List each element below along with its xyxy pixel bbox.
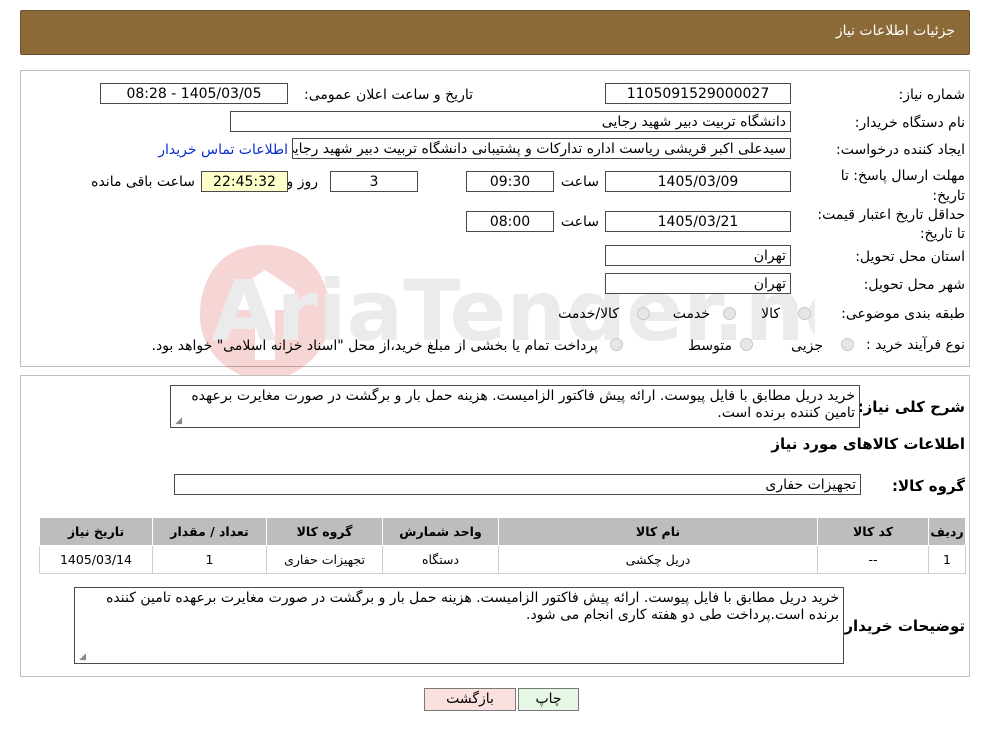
province-label: استان محل تحویل: [855, 249, 965, 265]
summary-textarea[interactable]: خرید دریل مطابق با فایل پیوست. ارائه پیش… [170, 385, 860, 428]
validity-date-field: 1405/03/21 [605, 211, 791, 232]
back-button[interactable]: بازگشت [424, 688, 516, 711]
validity-time-field: 08:00 [466, 211, 554, 232]
purchase-option-medium: متوسط [688, 338, 732, 354]
table-row: 1 -- دریل چکشی دستگاه تجهیزات حفاری 1 14… [39, 545, 966, 574]
need-number-field: 1105091529000027 [605, 83, 791, 104]
goods-table: ردیف کد کالا نام کالا واحد شمارش گروه کا… [39, 517, 966, 574]
page-header: جزئیات اطلاعات نیاز [20, 10, 970, 55]
category-option-goods-service: کالا/خدمت [558, 306, 619, 322]
buyer-notes-textarea[interactable]: خرید دریل مطابق با فایل پیوست. ارائه پیش… [74, 587, 844, 664]
purchase-option-minor: جزیی [791, 338, 823, 354]
creator-label: ایجاد کننده درخواست: [836, 142, 965, 158]
goods-info-title: اطلاعات کالاهای مورد نیاز [771, 435, 965, 453]
purchase-note: پرداخت تمام یا بخشی از مبلغ خرید،از محل … [151, 338, 598, 354]
cell-unit: دستگاه [382, 545, 499, 574]
buyer-notes-text: خرید دریل مطابق با فایل پیوست. ارائه پیش… [106, 590, 839, 623]
category-option-service: خدمت [672, 306, 710, 322]
province-field: تهران [605, 245, 791, 266]
cell-date: 1405/03/14 [39, 545, 153, 574]
deadline-time-label: ساعت [560, 174, 599, 190]
cell-row: 1 [928, 545, 966, 574]
validity-label: حداقل تاریخ اعتبار قیمت: تا تاریخ: [817, 207, 965, 242]
cell-name: دریل چکشی [498, 545, 818, 574]
remaining-time-field: 22:45:32 [201, 171, 288, 192]
days-label: روز و [286, 174, 319, 190]
category-radio-goods-service[interactable] [637, 307, 650, 320]
cell-group: تجهیزات حفاری [266, 545, 383, 574]
resize-grip-icon[interactable]: ◢ [77, 653, 86, 662]
city-field: تهران [605, 273, 791, 294]
buyer-org-label: نام دستگاه خریدار: [854, 115, 965, 131]
col-row: ردیف [928, 517, 966, 546]
deadline-date-field: 1405/03/09 [605, 171, 791, 192]
summary-label: شرح کلی نیاز: [857, 398, 965, 416]
purchase-radio-minor[interactable] [841, 338, 854, 351]
creator-field: سیدعلی اکبر قریشی ریاست اداره تدارکات و … [292, 138, 791, 159]
col-unit: واحد شمارش [382, 517, 499, 546]
purchase-radio-treasury[interactable] [610, 338, 623, 351]
summary-text: خرید دریل مطابق با فایل پیوست. ارائه پیش… [191, 388, 855, 421]
table-header-row: ردیف کد کالا نام کالا واحد شمارش گروه کا… [39, 517, 966, 546]
purchase-radio-medium[interactable] [740, 338, 753, 351]
deadline-label: مهلت ارسال پاسخ: تا تاریخ: [840, 168, 965, 204]
col-code: کد کالا [817, 517, 929, 546]
col-name: نام کالا [498, 517, 818, 546]
col-date: تاریخ نیاز [39, 517, 153, 546]
resize-grip-icon[interactable]: ◢ [173, 417, 182, 426]
announce-label: تاریخ و ساعت اعلان عمومی: [304, 87, 473, 103]
buyer-notes-label: توضیحات خریدار: [838, 617, 965, 635]
page-title: جزئیات اطلاعات نیاز [835, 23, 955, 39]
cell-code: -- [817, 545, 929, 574]
col-qty: تعداد / مقدار [152, 517, 267, 546]
city-label: شهر محل تحویل: [863, 277, 965, 293]
category-option-goods: کالا [761, 306, 780, 322]
announce-date-field: 1405/03/05 - 08:28 [100, 83, 288, 104]
category-radio-service[interactable] [723, 307, 736, 320]
days-field: 3 [330, 171, 418, 192]
goods-group-field: تجهیزات حفاری [174, 474, 861, 495]
purchase-type-label: نوع فرآیند خرید : [866, 337, 965, 353]
remaining-label: ساعت باقی مانده [91, 174, 195, 190]
buyer-org-field: دانشگاه تربیت دبیر شهید رجایی [230, 111, 791, 132]
buyer-contact-link[interactable]: اطلاعات تماس خریدار [158, 142, 288, 158]
print-button[interactable]: چاپ [518, 688, 579, 711]
goods-group-label: گروه کالا: [892, 477, 965, 495]
validity-time-label: ساعت [560, 214, 599, 230]
need-number-label: شماره نیاز: [898, 87, 966, 103]
col-group: گروه کالا [266, 517, 383, 546]
cell-qty: 1 [152, 545, 267, 574]
category-radio-goods[interactable] [798, 307, 811, 320]
deadline-time-field: 09:30 [466, 171, 554, 192]
category-label: طبقه بندی موضوعی: [841, 306, 965, 322]
